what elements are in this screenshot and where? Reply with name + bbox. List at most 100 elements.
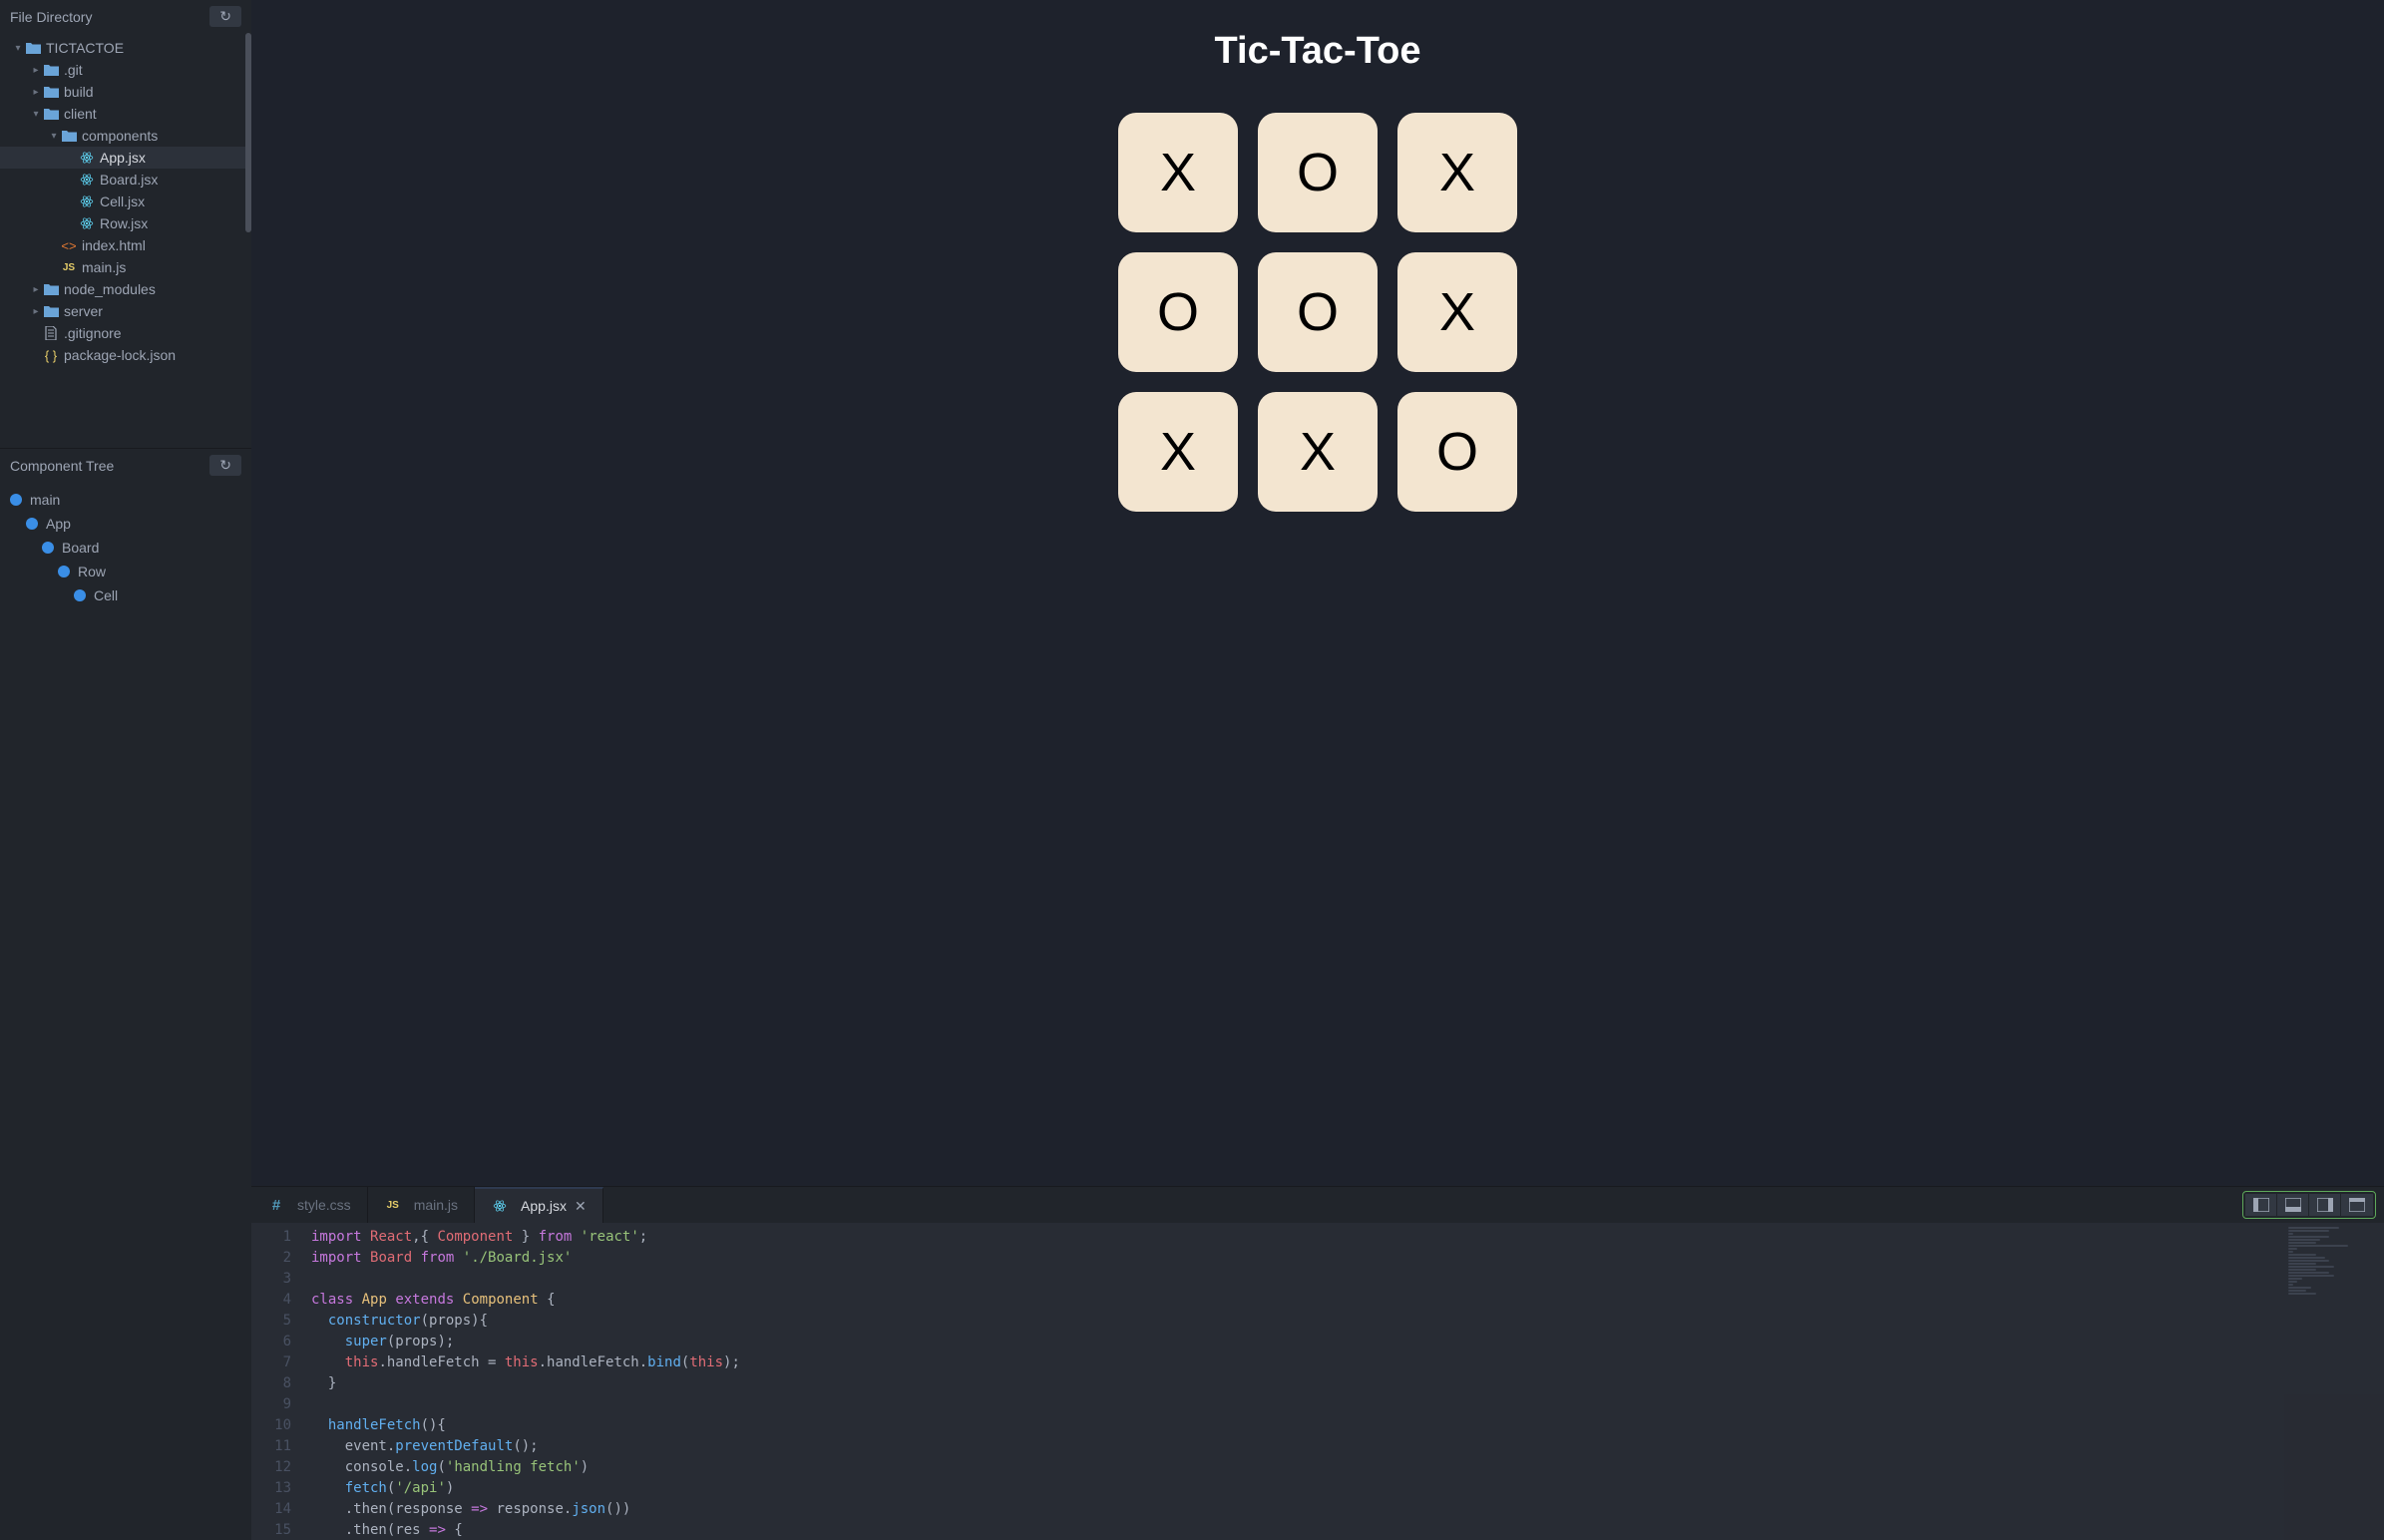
line-number: 10	[251, 1415, 291, 1436]
file-tree-file[interactable]: JS main.js	[0, 256, 251, 278]
file-tree-folder[interactable]: server	[0, 300, 251, 322]
folder-icon	[60, 130, 78, 142]
folder-icon	[42, 305, 60, 317]
editor-tab[interactable]: #style.css	[251, 1187, 368, 1223]
full-panel-icon	[2349, 1198, 2365, 1212]
component-tree-item[interactable]: Cell	[0, 583, 251, 607]
file-directory-header: File Directory ↻	[0, 0, 251, 33]
code-content[interactable]: import React,{ Component } from 'react';…	[311, 1223, 2284, 1540]
component-tree-item[interactable]: Board	[0, 536, 251, 560]
file-tree-item-label: main.js	[82, 259, 126, 275]
line-number: 13	[251, 1478, 291, 1499]
refresh-button[interactable]: ↻	[209, 455, 241, 476]
hash-icon: #	[267, 1197, 285, 1214]
file-tree-item-label: Cell.jsx	[100, 193, 145, 209]
component-tree-title: Component Tree	[10, 458, 114, 474]
html-icon: <>	[60, 238, 78, 253]
code-area[interactable]: 123456789101112131415 import React,{ Com…	[251, 1223, 2384, 1540]
file-tree-item-label: index.html	[82, 237, 146, 253]
component-tree-item[interactable]: main	[0, 488, 251, 512]
game-cell[interactable]: O	[1258, 252, 1378, 372]
game-cell[interactable]: X	[1118, 113, 1238, 232]
sidebar: File Directory ↻ TICTACTOE .git build clien…	[0, 0, 251, 1540]
game-cell[interactable]: O	[1118, 252, 1238, 372]
preview-title: Tic-Tac-Toe	[1215, 30, 1421, 73]
chevron-down-icon	[48, 131, 60, 142]
file-tree-item-label: .git	[64, 62, 83, 78]
file-tree-file[interactable]: <> index.html	[0, 234, 251, 256]
line-number: 15	[251, 1520, 291, 1540]
line-number: 14	[251, 1499, 291, 1520]
folder-icon	[24, 42, 42, 54]
file-tree-file[interactable]: { } package-lock.json	[0, 344, 251, 366]
line-number: 5	[251, 1311, 291, 1332]
layout-right-panel-button[interactable]	[2309, 1194, 2341, 1216]
component-tree-item[interactable]: App	[0, 512, 251, 536]
left-panel-icon	[2253, 1198, 2269, 1212]
file-tree-item-label: .gitignore	[64, 325, 122, 341]
component-tree-label: Row	[78, 564, 106, 579]
component-tree-item[interactable]: Row	[0, 560, 251, 583]
file-tree-folder[interactable]: components	[0, 125, 251, 147]
chevron-right-icon	[30, 306, 42, 317]
game-cell[interactable]: X	[1118, 392, 1238, 512]
file-tree-folder[interactable]: .git	[0, 59, 251, 81]
react-icon	[78, 173, 96, 187]
component-tree-label: App	[46, 516, 71, 532]
line-number: 6	[251, 1332, 291, 1352]
file-tree-folder[interactable]: node_modules	[0, 278, 251, 300]
component-dot-icon	[74, 589, 86, 601]
game-cell[interactable]: X	[1397, 113, 1517, 232]
main-area: Tic-Tac-Toe XOXOOXXXO #style.cssJSmain.j…	[251, 0, 2384, 1540]
minimap[interactable]	[2284, 1223, 2384, 1540]
game-cell[interactable]: O	[1258, 113, 1378, 232]
scrollbar-thumb[interactable]	[245, 33, 251, 232]
file-tree-folder[interactable]: build	[0, 81, 251, 103]
component-tree-header: Component Tree ↻	[0, 449, 251, 482]
file-tree-item-label: App.jsx	[100, 150, 146, 166]
js-icon: JS	[60, 262, 78, 273]
folder-icon	[42, 283, 60, 295]
close-icon[interactable]: ✕	[575, 1198, 587, 1215]
game-cell[interactable]: X	[1397, 252, 1517, 372]
file-tree-root[interactable]: TICTACTOE	[0, 37, 251, 59]
minimap-content	[2288, 1227, 2380, 1296]
game-cell[interactable]: X	[1258, 392, 1378, 512]
line-gutter: 123456789101112131415	[251, 1223, 311, 1540]
component-tree: main App Board Row Cell	[0, 482, 251, 1540]
refresh-button[interactable]: ↻	[209, 6, 241, 27]
game-board: XOXOOXXXO	[1118, 113, 1517, 512]
file-directory-title: File Directory	[10, 9, 92, 25]
file-tree-folder[interactable]: client	[0, 103, 251, 125]
folder-icon	[42, 86, 60, 98]
react-icon	[78, 194, 96, 208]
line-number: 9	[251, 1394, 291, 1415]
file-tree-file[interactable]: Board.jsx	[0, 169, 251, 191]
file-tree-file[interactable]: .gitignore	[0, 322, 251, 344]
component-tree-label: main	[30, 492, 60, 508]
file-tree-file[interactable]: Cell.jsx	[0, 191, 251, 212]
file-tree-item-label: Row.jsx	[100, 215, 148, 231]
react-icon	[78, 216, 96, 230]
line-number: 1	[251, 1227, 291, 1248]
chevron-right-icon	[30, 87, 42, 98]
js-icon: JS	[384, 1200, 402, 1211]
file-tree-item-label: client	[64, 106, 97, 122]
game-cell[interactable]: O	[1397, 392, 1517, 512]
file-tree-file[interactable]: Row.jsx	[0, 212, 251, 234]
editor-section: #style.cssJSmain.jsApp.jsx✕ 123456789101…	[251, 1186, 2384, 1540]
folder-icon	[42, 108, 60, 120]
layout-left-panel-button[interactable]	[2245, 1194, 2277, 1216]
line-number: 7	[251, 1352, 291, 1373]
editor-tab-label: App.jsx	[521, 1198, 567, 1214]
json-icon: { }	[42, 348, 60, 363]
layout-full-button[interactable]	[2341, 1194, 2373, 1216]
folder-icon	[42, 64, 60, 76]
tab-bar: #style.cssJSmain.js App.jsx ✕	[251, 1187, 2384, 1223]
file-tree-file[interactable]: App.jsx	[0, 147, 251, 169]
line-number: 4	[251, 1290, 291, 1311]
layout-bottom-panel-button[interactable]	[2277, 1194, 2309, 1216]
file-tree-item-label: package-lock.json	[64, 347, 176, 363]
editor-tab[interactable]: JSmain.js	[368, 1187, 475, 1223]
editor-tab[interactable]: App.jsx ✕	[475, 1187, 603, 1223]
